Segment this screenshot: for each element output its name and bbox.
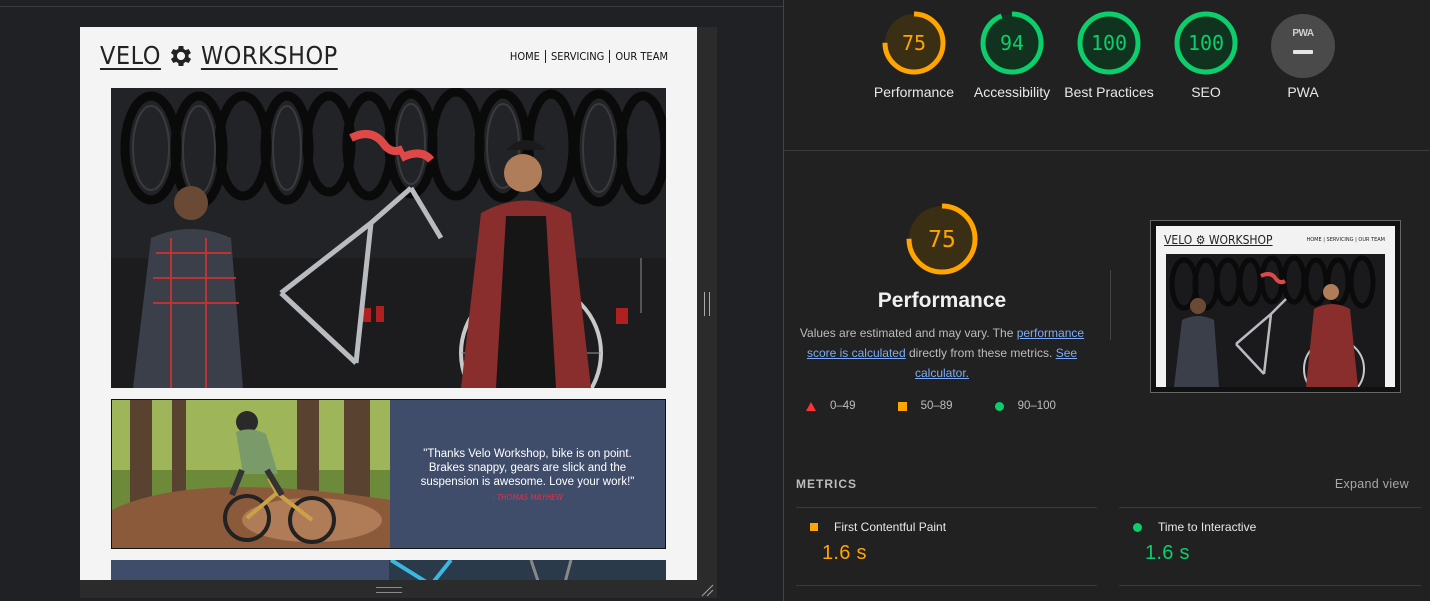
metrics-heading: METRICS xyxy=(796,477,857,491)
gauge-performance[interactable]: 75 Performance xyxy=(866,10,962,102)
emulated-viewport[interactable]: VELO WORKSHOP HOME SERVICING OUR TEAM "T… xyxy=(80,27,697,580)
testimonial-card: "Thanks Velo Workshop, bike is on point.… xyxy=(111,399,666,549)
metric-time-to-interactive: Time to Interactive 1.6 s xyxy=(1119,520,1256,565)
metric-value: 1.6 s xyxy=(1145,542,1190,564)
testimonial-author: - THOMAS MAYHEW xyxy=(492,492,563,502)
square-icon xyxy=(897,401,907,411)
legend-fail: 0–49 xyxy=(806,400,856,412)
svg-text:75: 75 xyxy=(928,227,956,253)
gauge-accessibility[interactable]: 94 Accessibility xyxy=(964,10,1060,102)
nav-home-link[interactable]: HOME xyxy=(505,50,545,63)
metric-name: First Contentful Paint xyxy=(834,520,947,534)
gauge-pwa[interactable]: PWA PWA xyxy=(1255,10,1351,102)
metric-divider xyxy=(796,585,1097,586)
resize-handle-bottom-icon[interactable] xyxy=(376,587,402,593)
thumbnail-page: VELO ⚙ WORKSHOP HOME | SERVICING | OUR T… xyxy=(1156,226,1395,387)
toolbar-divider xyxy=(0,6,783,7)
desc-text: Values are estimated and may vary. The xyxy=(799,326,1017,340)
svg-text:100: 100 xyxy=(1091,31,1127,55)
triangle-icon xyxy=(806,401,816,411)
device-emulation-pane: VELO WORKSHOP HOME SERVICING OUR TEAM "T… xyxy=(0,0,783,601)
hero-image xyxy=(111,88,666,388)
nav-servicing-link[interactable]: SERVICING xyxy=(544,50,609,63)
performance-large-gauge: 75 xyxy=(906,203,978,275)
gauge-label: SEO xyxy=(1191,84,1221,100)
site-nav: HOME SERVICING OUR TEAM xyxy=(505,50,673,63)
testimonial-quote: "Thanks Velo Workshop, bike is on point.… xyxy=(420,447,635,488)
svg-text:100: 100 xyxy=(1188,31,1224,55)
accessibility-gauge-ring: 94 xyxy=(980,11,1044,75)
score-legend: 0–49 50–89 90–100 xyxy=(806,400,1098,412)
resize-handle-right-icon[interactable] xyxy=(704,292,710,316)
resize-corner-icon[interactable] xyxy=(700,583,714,597)
legend-pass: 90–100 xyxy=(994,400,1056,412)
metric-name: Time to Interactive xyxy=(1158,520,1257,534)
desc-text: directly from these metrics. xyxy=(905,346,1056,360)
metric-value: 1.6 s xyxy=(822,542,867,564)
site-logo[interactable]: VELO WORKSHOP xyxy=(100,41,338,70)
metric-name-row: First Contentful Paint xyxy=(796,520,946,534)
pass-circle-icon xyxy=(1133,522,1142,532)
next-section-peek xyxy=(111,560,666,580)
metric-first-contentful-paint: First Contentful Paint 1.6 s xyxy=(796,520,946,565)
thumbnail-hero-photo xyxy=(1166,254,1385,387)
performance-description: Values are estimated and may vary. The p… xyxy=(790,323,1094,383)
svg-text:75: 75 xyxy=(902,31,926,55)
gauge-seo[interactable]: 100 SEO xyxy=(1158,10,1254,102)
score-gauges: 75 Performance 94 Accessibility 100 Best… xyxy=(784,10,1430,140)
legend-range: 90–100 xyxy=(1017,400,1056,412)
metric-divider xyxy=(1119,585,1421,586)
metric-name-row: Time to Interactive xyxy=(1119,520,1256,534)
svg-text:94: 94 xyxy=(1000,31,1024,55)
performance-gauge-ring: 75 xyxy=(882,11,946,75)
performance-title: Performance xyxy=(877,289,1007,312)
gauge-best-practices[interactable]: 100 Best Practices xyxy=(1061,10,1157,102)
legend-range: 50–89 xyxy=(920,400,953,412)
legend-average: 50–89 xyxy=(897,400,953,412)
gauge-label: Best Practices xyxy=(1064,84,1154,100)
average-square-icon xyxy=(810,523,818,531)
workshop-photo xyxy=(111,88,666,388)
nav-our-team-link[interactable]: OUR TEAM xyxy=(609,50,673,63)
thumbnail-nav: HOME | SERVICING | OUR TEAM xyxy=(1306,237,1385,243)
lighthouse-report: 75 Performance 94 Accessibility 100 Best… xyxy=(784,0,1430,601)
gauge-label: Performance xyxy=(873,84,955,100)
thumbnail-logo: VELO ⚙ WORKSHOP xyxy=(1164,233,1273,247)
seo-gauge-ring: 100 xyxy=(1174,11,1238,75)
legend-range: 0–49 xyxy=(830,400,856,412)
final-screenshot-thumbnail[interactable]: VELO ⚙ WORKSHOP HOME | SERVICING | OUR T… xyxy=(1150,220,1401,393)
logo-text-left: VELO xyxy=(100,41,161,70)
pwa-dash xyxy=(1293,50,1313,54)
metric-divider xyxy=(1119,507,1421,508)
testimonial-text-panel: "Thanks Velo Workshop, bike is on point.… xyxy=(390,400,665,548)
vertical-divider xyxy=(1110,270,1111,340)
circle-icon xyxy=(994,401,1004,411)
pwa-badge-text: PWA xyxy=(1292,28,1314,39)
pwa-badge-icon: PWA xyxy=(1271,14,1335,78)
gauge-label: Accessibility xyxy=(973,84,1051,100)
mountain-biker-photo xyxy=(112,400,390,548)
gauge-label: PWA xyxy=(1287,84,1319,100)
section-divider xyxy=(784,150,1430,151)
metric-divider xyxy=(796,507,1097,508)
gear-icon xyxy=(170,45,191,66)
expand-view-button[interactable]: Expand view xyxy=(1335,477,1409,491)
best-practices-gauge-ring: 100 xyxy=(1077,11,1141,75)
logo-text-right: WORKSHOP xyxy=(200,41,338,70)
